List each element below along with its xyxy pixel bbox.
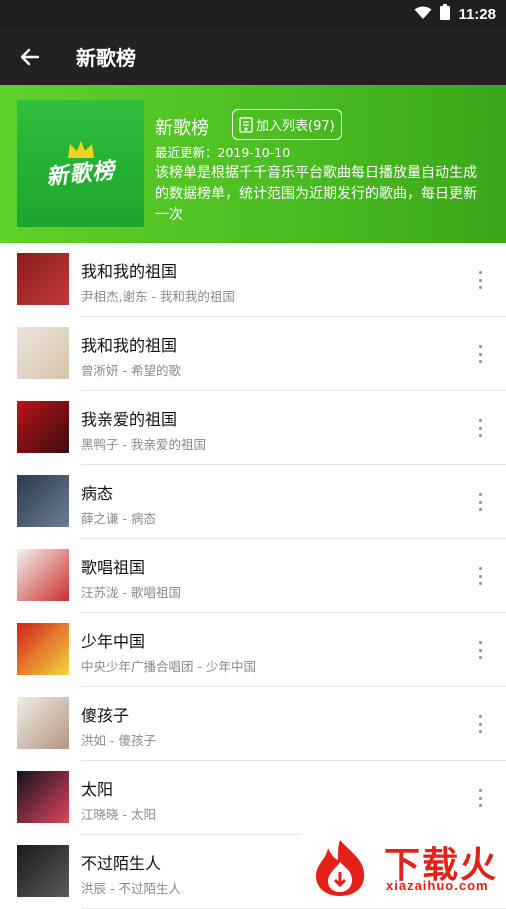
more-options-icon[interactable] — [472, 417, 488, 439]
chart-cover: 新歌榜 — [17, 100, 144, 227]
album-cover — [17, 697, 69, 749]
song-artist-album: 黑鸭子 - 我亲爱的祖国 — [81, 437, 206, 452]
song-title: 少年中国 — [81, 632, 146, 651]
cover-logo-text: 新歌榜 — [45, 157, 117, 191]
song-row[interactable]: 傻孩子洪如 - 傻孩子 — [0, 687, 506, 761]
status-time: 11:28 — [458, 5, 496, 23]
more-options-icon[interactable] — [472, 787, 488, 809]
song-row[interactable]: 我和我的祖国曾淅妍 - 希望的歌 — [0, 317, 506, 391]
last-updated: 最近更新：2019-10-10 — [155, 145, 291, 160]
battery-icon — [440, 4, 451, 24]
add-to-list-label: 加入列表(97) — [256, 119, 335, 134]
wifi-icon — [414, 5, 432, 24]
more-options-icon[interactable] — [472, 269, 488, 291]
song-artist-album: 江晓晓 - 太阳 — [81, 807, 156, 822]
song-title: 病态 — [81, 484, 114, 503]
song-title: 太阳 — [81, 780, 114, 799]
page-title: 新歌榜 — [76, 46, 136, 70]
song-artist-album: 尹相杰,谢东 - 我和我的祖国 — [81, 289, 235, 304]
song-row[interactable]: 太阳江晓晓 - 太阳 — [0, 761, 506, 835]
app-bar: 新歌榜 — [0, 28, 506, 85]
add-list-icon — [239, 116, 253, 133]
song-title: 我亲爱的祖国 — [81, 410, 178, 429]
album-cover — [17, 549, 69, 601]
back-button[interactable] — [16, 43, 44, 71]
chart-description: 该榜单是根据千千音乐平台歌曲每日播放量自动生成的数据榜单，统计范围为近期发行的歌… — [155, 165, 477, 223]
song-artist-album: 洪如 - 傻孩子 — [81, 733, 156, 748]
watermark: 下载火 xiazaihuo.com — [300, 834, 506, 900]
more-options-icon[interactable] — [472, 343, 488, 365]
song-row[interactable]: 我亲爱的祖国黑鸭子 - 我亲爱的祖国 — [0, 391, 506, 465]
song-row[interactable]: 病态薛之谦 - 病态 — [0, 465, 506, 539]
song-row[interactable]: 少年中国中央少年广播合唱团 - 少年中国 — [0, 613, 506, 687]
song-title: 我和我的祖国 — [81, 336, 178, 355]
add-to-list-button[interactable]: 加入列表(97) — [232, 109, 342, 140]
album-cover — [17, 845, 69, 897]
album-cover — [17, 401, 69, 453]
song-artist-album: 洪辰 - 不过陌生人 — [81, 881, 181, 896]
more-options-icon[interactable] — [472, 491, 488, 513]
more-options-icon[interactable] — [472, 565, 488, 587]
chart-header: 新歌榜 新歌榜 加入列表(97) 最近更新：2019-10-10 该榜单是根据千… — [0, 85, 506, 243]
chart-name: 新歌榜 — [155, 118, 209, 139]
more-options-icon[interactable] — [472, 639, 488, 661]
song-title: 傻孩子 — [81, 706, 130, 725]
album-cover — [17, 327, 69, 379]
status-bar: 11:28 — [0, 0, 506, 28]
song-title: 歌唱祖国 — [81, 558, 146, 577]
song-artist-album: 薛之谦 - 病态 — [81, 511, 156, 526]
flame-logo-icon — [316, 840, 365, 896]
more-options-icon[interactable] — [472, 713, 488, 735]
album-cover — [17, 475, 69, 527]
back-arrow-icon — [20, 48, 40, 66]
song-artist-album: 汪苏泷 - 歌唱祖国 — [81, 585, 181, 600]
song-title: 不过陌生人 — [81, 854, 162, 873]
song-artist-album: 中央少年广播合唱团 - 少年中国 — [81, 659, 256, 674]
song-list: 我和我的祖国 尹相杰,谢东 - 我和我的祖国 我和我的祖国 曾淅妍 - 希望的歌 我亲爱… — [0, 243, 506, 909]
watermark-url: xiazaihuo.com — [386, 878, 489, 893]
album-cover — [17, 253, 69, 305]
album-cover — [17, 771, 69, 823]
album-cover — [17, 623, 69, 675]
song-row[interactable]: 歌唱祖国汪苏泷 - 歌唱祖国 — [0, 539, 506, 613]
song-row[interactable]: 我和我的祖国尹相杰,谢东 - 我和我的祖国 — [0, 243, 506, 317]
song-artist-album: 曾淅妍 - 希望的歌 — [81, 363, 181, 378]
song-title: 我和我的祖国 — [81, 262, 178, 281]
